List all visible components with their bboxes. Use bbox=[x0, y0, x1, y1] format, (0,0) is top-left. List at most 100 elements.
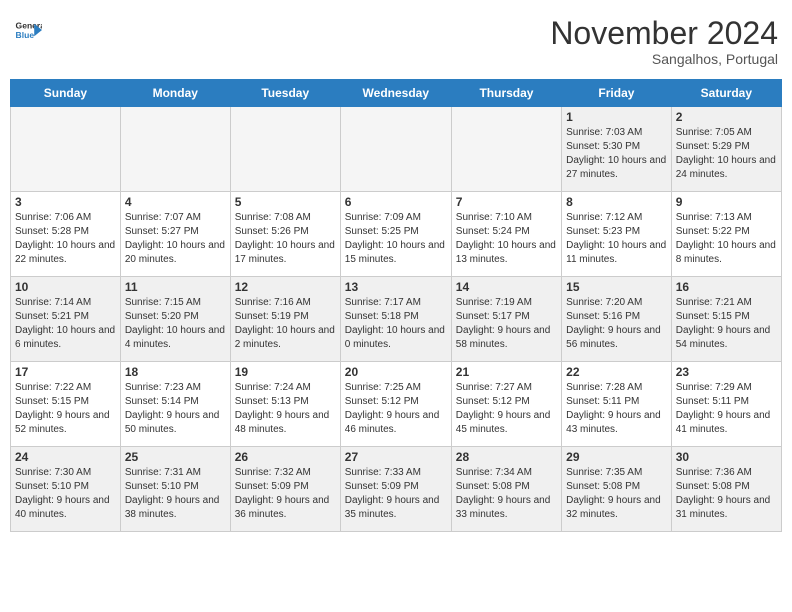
weekday-header-monday: Monday bbox=[120, 80, 230, 107]
calendar-cell: 23 Sunrise: 7:29 AMSunset: 5:11 PMDayligh… bbox=[671, 362, 781, 447]
calendar-cell: 12 Sunrise: 7:16 AMSunset: 5:19 PMDayligh… bbox=[230, 277, 340, 362]
day-info: Sunrise: 7:09 AMSunset: 5:25 PMDaylight:… bbox=[345, 211, 447, 267]
svg-text:Blue: Blue bbox=[16, 30, 35, 40]
day-info: Sunrise: 7:27 AMSunset: 5:12 PMDaylight:… bbox=[456, 381, 557, 437]
day-number: 12 bbox=[235, 280, 336, 294]
day-info: Sunrise: 7:20 AMSunset: 5:16 PMDaylight:… bbox=[566, 296, 667, 352]
logo: General Blue bbox=[14, 16, 42, 44]
calendar-cell: 4 Sunrise: 7:07 AMSunset: 5:27 PMDaylight… bbox=[120, 192, 230, 277]
day-number: 14 bbox=[456, 280, 557, 294]
location-subtitle: Sangalhos, Portugal bbox=[550, 51, 778, 67]
logo-icon: General Blue bbox=[14, 16, 42, 44]
weekday-header-thursday: Thursday bbox=[451, 80, 561, 107]
calendar-cell: 17 Sunrise: 7:22 AMSunset: 5:15 PMDayligh… bbox=[11, 362, 121, 447]
calendar-cell bbox=[120, 107, 230, 192]
day-number: 9 bbox=[676, 195, 777, 209]
day-number: 26 bbox=[235, 450, 336, 464]
calendar-cell: 13 Sunrise: 7:17 AMSunset: 5:18 PMDayligh… bbox=[340, 277, 451, 362]
day-number: 8 bbox=[566, 195, 667, 209]
day-info: Sunrise: 7:30 AMSunset: 5:10 PMDaylight:… bbox=[15, 466, 116, 522]
day-number: 24 bbox=[15, 450, 116, 464]
calendar-cell: 20 Sunrise: 7:25 AMSunset: 5:12 PMDayligh… bbox=[340, 362, 451, 447]
calendar-cell: 30 Sunrise: 7:36 AMSunset: 5:08 PMDayligh… bbox=[671, 447, 781, 532]
day-info: Sunrise: 7:31 AMSunset: 5:10 PMDaylight:… bbox=[125, 466, 226, 522]
calendar-cell: 7 Sunrise: 7:10 AMSunset: 5:24 PMDaylight… bbox=[451, 192, 561, 277]
weekday-header-tuesday: Tuesday bbox=[230, 80, 340, 107]
day-info: Sunrise: 7:32 AMSunset: 5:09 PMDaylight:… bbox=[235, 466, 336, 522]
day-info: Sunrise: 7:06 AMSunset: 5:28 PMDaylight:… bbox=[15, 211, 116, 267]
calendar-table: SundayMondayTuesdayWednesdayThursdayFrid… bbox=[10, 79, 782, 532]
day-number: 19 bbox=[235, 365, 336, 379]
weekday-header-sunday: Sunday bbox=[11, 80, 121, 107]
day-info: Sunrise: 7:33 AMSunset: 5:09 PMDaylight:… bbox=[345, 466, 447, 522]
day-number: 4 bbox=[125, 195, 226, 209]
day-info: Sunrise: 7:21 AMSunset: 5:15 PMDaylight:… bbox=[676, 296, 777, 352]
calendar-cell: 27 Sunrise: 7:33 AMSunset: 5:09 PMDayligh… bbox=[340, 447, 451, 532]
day-number: 15 bbox=[566, 280, 667, 294]
day-number: 28 bbox=[456, 450, 557, 464]
day-number: 27 bbox=[345, 450, 447, 464]
day-number: 16 bbox=[676, 280, 777, 294]
calendar-cell: 3 Sunrise: 7:06 AMSunset: 5:28 PMDaylight… bbox=[11, 192, 121, 277]
day-info: Sunrise: 7:36 AMSunset: 5:08 PMDaylight:… bbox=[676, 466, 777, 522]
day-info: Sunrise: 7:16 AMSunset: 5:19 PMDaylight:… bbox=[235, 296, 336, 352]
day-number: 13 bbox=[345, 280, 447, 294]
calendar-cell: 29Sunrise: 7:35 AMSunset: 5:08 PMDayligh… bbox=[562, 447, 672, 532]
calendar-cell: 26 Sunrise: 7:32 AMSunset: 5:09 PMDayligh… bbox=[230, 447, 340, 532]
day-number: 6 bbox=[345, 195, 447, 209]
day-info: Sunrise: 7:29 AMSunset: 5:11 PMDaylight:… bbox=[676, 381, 777, 437]
day-number: 1 bbox=[566, 110, 667, 124]
calendar-cell: 22Sunrise: 7:28 AMSunset: 5:11 PMDayligh… bbox=[562, 362, 672, 447]
calendar-cell: 16 Sunrise: 7:21 AMSunset: 5:15 PMDayligh… bbox=[671, 277, 781, 362]
calendar-cell bbox=[451, 107, 561, 192]
day-info: Sunrise: 7:22 AMSunset: 5:15 PMDaylight:… bbox=[15, 381, 116, 437]
day-number: 18 bbox=[125, 365, 226, 379]
calendar-cell: 8Sunrise: 7:12 AMSunset: 5:23 PMDaylight… bbox=[562, 192, 672, 277]
day-number: 7 bbox=[456, 195, 557, 209]
calendar-cell bbox=[340, 107, 451, 192]
day-info: Sunrise: 7:14 AMSunset: 5:21 PMDaylight:… bbox=[15, 296, 116, 352]
day-info: Sunrise: 7:28 AMSunset: 5:11 PMDaylight:… bbox=[566, 381, 667, 437]
month-title: November 2024 bbox=[550, 16, 778, 51]
day-number: 25 bbox=[125, 450, 226, 464]
day-number: 30 bbox=[676, 450, 777, 464]
calendar-cell bbox=[11, 107, 121, 192]
day-info: Sunrise: 7:19 AMSunset: 5:17 PMDaylight:… bbox=[456, 296, 557, 352]
calendar-cell: 6 Sunrise: 7:09 AMSunset: 5:25 PMDaylight… bbox=[340, 192, 451, 277]
day-number: 2 bbox=[676, 110, 777, 124]
calendar-cell: 11 Sunrise: 7:15 AMSunset: 5:20 PMDayligh… bbox=[120, 277, 230, 362]
calendar-cell: 9 Sunrise: 7:13 AMSunset: 5:22 PMDaylight… bbox=[671, 192, 781, 277]
calendar-cell: 18 Sunrise: 7:23 AMSunset: 5:14 PMDayligh… bbox=[120, 362, 230, 447]
day-info: Sunrise: 7:13 AMSunset: 5:22 PMDaylight:… bbox=[676, 211, 777, 267]
day-info: Sunrise: 7:07 AMSunset: 5:27 PMDaylight:… bbox=[125, 211, 226, 267]
day-number: 17 bbox=[15, 365, 116, 379]
day-info: Sunrise: 7:15 AMSunset: 5:20 PMDaylight:… bbox=[125, 296, 226, 352]
day-number: 20 bbox=[345, 365, 447, 379]
calendar-cell: 19Sunrise: 7:24 AMSunset: 5:13 PMDayligh… bbox=[230, 362, 340, 447]
calendar-cell: 2 Sunrise: 7:05 AMSunset: 5:29 PMDaylight… bbox=[671, 107, 781, 192]
calendar-cell: 15 Sunrise: 7:20 AMSunset: 5:16 PMDayligh… bbox=[562, 277, 672, 362]
day-info: Sunrise: 7:05 AMSunset: 5:29 PMDaylight:… bbox=[676, 126, 777, 182]
title-block: November 2024 Sangalhos, Portugal bbox=[550, 16, 778, 67]
calendar-cell: 1 Sunrise: 7:03 AMSunset: 5:30 PMDaylight… bbox=[562, 107, 672, 192]
calendar-cell: 14 Sunrise: 7:19 AMSunset: 5:17 PMDayligh… bbox=[451, 277, 561, 362]
day-info: Sunrise: 7:10 AMSunset: 5:24 PMDaylight:… bbox=[456, 211, 557, 267]
calendar-cell: 28 Sunrise: 7:34 AMSunset: 5:08 PMDayligh… bbox=[451, 447, 561, 532]
calendar-cell: 10Sunrise: 7:14 AMSunset: 5:21 PMDayligh… bbox=[11, 277, 121, 362]
day-info: Sunrise: 7:25 AMSunset: 5:12 PMDaylight:… bbox=[345, 381, 447, 437]
day-number: 11 bbox=[125, 280, 226, 294]
day-info: Sunrise: 7:08 AMSunset: 5:26 PMDaylight:… bbox=[235, 211, 336, 267]
weekday-header-saturday: Saturday bbox=[671, 80, 781, 107]
day-info: Sunrise: 7:34 AMSunset: 5:08 PMDaylight:… bbox=[456, 466, 557, 522]
calendar-cell: 24 Sunrise: 7:30 AMSunset: 5:10 PMDayligh… bbox=[11, 447, 121, 532]
day-number: 3 bbox=[15, 195, 116, 209]
weekday-header-wednesday: Wednesday bbox=[340, 80, 451, 107]
weekday-header-friday: Friday bbox=[562, 80, 672, 107]
day-info: Sunrise: 7:17 AMSunset: 5:18 PMDaylight:… bbox=[345, 296, 447, 352]
day-info: Sunrise: 7:23 AMSunset: 5:14 PMDaylight:… bbox=[125, 381, 226, 437]
calendar-cell bbox=[230, 107, 340, 192]
day-number: 23 bbox=[676, 365, 777, 379]
page-header: General Blue November 2024 Sangalhos, Po… bbox=[10, 10, 782, 73]
calendar-cell: 5Sunrise: 7:08 AMSunset: 5:26 PMDaylight… bbox=[230, 192, 340, 277]
day-info: Sunrise: 7:03 AMSunset: 5:30 PMDaylight:… bbox=[566, 126, 667, 182]
